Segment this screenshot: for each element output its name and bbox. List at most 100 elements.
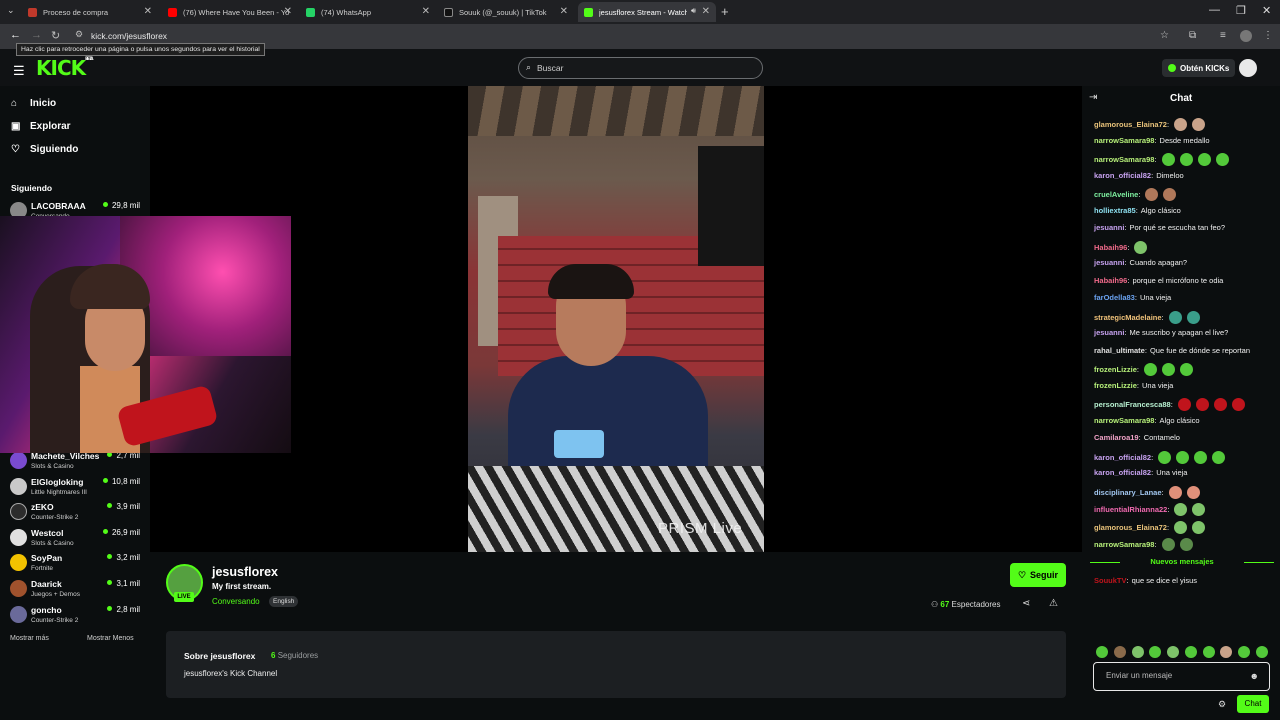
emote-icon[interactable] bbox=[1167, 646, 1180, 658]
viewer-count: ⚇ 67 Espectadores bbox=[931, 600, 1000, 609]
stream-video-frame[interactable] bbox=[468, 86, 764, 552]
chat-input[interactable] bbox=[1106, 671, 1246, 680]
browser-tab-2[interactable]: (76) Where Have You Been - Yo ✕ bbox=[162, 2, 298, 22]
menu-kebab-icon[interactable]: ⋮ bbox=[1263, 30, 1273, 41]
chat-colon: : bbox=[1138, 190, 1141, 199]
browser-tab-3[interactable]: (74) WhatsApp ✕ bbox=[300, 2, 436, 22]
emote-icon[interactable] bbox=[1220, 646, 1233, 658]
emote-icon[interactable] bbox=[1096, 646, 1108, 658]
kick-logo[interactable]: KICKBETA bbox=[36, 56, 93, 80]
chat-username[interactable]: glamorous_Elaina72 bbox=[1094, 120, 1167, 129]
emote-icon[interactable] bbox=[1202, 646, 1215, 658]
audio-icon[interactable]: 🔊︎ bbox=[691, 6, 696, 16]
streamer-name[interactable]: jesusflorex bbox=[212, 565, 278, 579]
media-control-icon[interactable]: ≡ bbox=[1220, 30, 1226, 41]
emote-icon[interactable] bbox=[1184, 646, 1197, 658]
show-more-link[interactable]: Mostrar más bbox=[10, 635, 49, 642]
search-input[interactable]: ⌕ Buscar bbox=[518, 57, 763, 79]
followed-channel[interactable]: goncho Counter-Strike 2 2,8 mil bbox=[10, 604, 140, 628]
chat-username[interactable]: karon_official82 bbox=[1094, 453, 1151, 462]
sidebar-item-inicio[interactable]: ⌂ Inicio bbox=[11, 98, 56, 109]
emote-icon[interactable] bbox=[1113, 646, 1126, 658]
emote-icon[interactable] bbox=[1149, 646, 1162, 658]
chat-colon: : bbox=[1161, 312, 1164, 322]
tab-close-icon[interactable]: ✕ bbox=[144, 6, 152, 17]
chat-username[interactable]: karon_official82 bbox=[1094, 171, 1151, 180]
stream-category[interactable]: Conversando bbox=[212, 597, 260, 606]
emote-icon[interactable] bbox=[1238, 646, 1251, 658]
chat-username[interactable]: narrowSamara98 bbox=[1094, 540, 1154, 549]
hamburger-menu-icon[interactable]: ☰ bbox=[13, 63, 25, 79]
chat-send-button[interactable]: Chat bbox=[1237, 695, 1269, 713]
tab-search-icon[interactable]: ⌄ bbox=[7, 5, 15, 16]
show-less-link[interactable]: Mostrar Menos bbox=[87, 635, 134, 642]
chat-username[interactable]: narrowSamara98 bbox=[1094, 136, 1154, 145]
followed-channel[interactable]: Machete_Vilches Slots & Casino 2,7 mil bbox=[10, 450, 140, 474]
back-arrow-icon[interactable]: ← bbox=[10, 29, 21, 41]
site-info-icon[interactable]: ⚙ bbox=[75, 29, 83, 40]
chat-colon: : bbox=[1151, 170, 1154, 180]
chat-username[interactable]: frozenLizzie bbox=[1094, 381, 1137, 390]
report-warning-icon[interactable]: ⚠ bbox=[1049, 598, 1058, 609]
language-tag[interactable]: English bbox=[269, 596, 299, 607]
collapse-chat-icon[interactable]: ⇥ bbox=[1089, 92, 1097, 103]
chat-colon: : bbox=[1136, 380, 1140, 390]
followed-channel[interactable]: zEKO Counter-Strike 2 3,9 mil bbox=[10, 501, 140, 525]
get-kicks-button[interactable]: Obtén KICKs bbox=[1162, 59, 1236, 77]
followed-channel[interactable]: Daarick Juegos + Demos 3,1 mil bbox=[10, 578, 140, 602]
followed-channel[interactable]: Westcol Slots & Casino 26,9 mil bbox=[10, 527, 140, 551]
browser-tab-1[interactable]: Proceso de compra ✕ bbox=[22, 2, 158, 22]
chat-username[interactable]: influentialRhianna22 bbox=[1094, 505, 1167, 514]
chat-input-box[interactable]: ☻ bbox=[1093, 662, 1270, 691]
tab-close-icon[interactable]: ✕ bbox=[422, 6, 430, 17]
follow-button[interactable]: ♡ Seguir bbox=[1010, 563, 1066, 587]
forward-arrow-icon[interactable]: → bbox=[31, 29, 42, 41]
chat-username[interactable]: jesuanni bbox=[1094, 223, 1124, 232]
reload-icon[interactable]: ↻ bbox=[51, 29, 60, 42]
browser-tab-4[interactable]: Souuk (@_souuk) | TikTok ✕ bbox=[438, 2, 574, 22]
tab-close-icon[interactable]: ✕ bbox=[560, 6, 568, 17]
tab-close-icon[interactable]: ✕ bbox=[284, 6, 292, 17]
chat-username[interactable]: personalFrancesca88 bbox=[1094, 400, 1171, 409]
profile-avatar[interactable] bbox=[1240, 30, 1252, 42]
chat-message: disciplinary_Lanae: bbox=[1094, 485, 1200, 499]
chat-username[interactable]: karon_official82 bbox=[1094, 468, 1151, 477]
emote-icon[interactable] bbox=[1255, 646, 1268, 658]
chat-username[interactable]: frozenLizzie bbox=[1094, 365, 1137, 374]
minimize-icon[interactable]: — bbox=[1209, 4, 1220, 16]
emoji-picker-icon[interactable]: ☻ bbox=[1250, 671, 1259, 681]
new-tab-button[interactable]: + bbox=[721, 4, 729, 19]
chat-username[interactable]: Habaih96 bbox=[1094, 276, 1127, 285]
chat-username[interactable]: SouukTV bbox=[1094, 576, 1127, 585]
tab-close-icon[interactable]: ✕ bbox=[702, 6, 710, 17]
chat-username[interactable]: glamorous_Elaina72 bbox=[1094, 523, 1167, 532]
share-icon[interactable]: ⋖ bbox=[1022, 598, 1030, 609]
sidebar-item-siguiendo[interactable]: ♡ Siguiendo bbox=[11, 144, 78, 155]
chat-username[interactable]: farOdella83 bbox=[1094, 293, 1135, 302]
chat-username[interactable]: jesuanni bbox=[1094, 328, 1124, 337]
chat-text: Una vieja bbox=[1156, 468, 1188, 477]
browser-tab-5-active[interactable]: jesusflorex Stream - Watch 🔊︎ ✕ bbox=[578, 2, 716, 22]
chat-settings-gear-icon[interactable]: ⚙ bbox=[1218, 699, 1226, 710]
chat-username[interactable]: narrowSamara98 bbox=[1094, 155, 1154, 164]
chat-username[interactable]: disciplinary_Lanae bbox=[1094, 488, 1162, 497]
followed-channel[interactable]: SoyPan Fortnite 3,2 mil bbox=[10, 552, 140, 576]
chat-username[interactable]: strategicMadelaine bbox=[1094, 313, 1162, 322]
user-avatar[interactable] bbox=[1239, 59, 1257, 77]
chat-username[interactable]: rahal_ultimate bbox=[1094, 346, 1145, 355]
chat-username[interactable]: jesuanni bbox=[1094, 258, 1124, 267]
emote-icon[interactable] bbox=[1131, 646, 1144, 658]
followed-channel[interactable]: ElGlogloking Little Nightmares III 10,8 … bbox=[10, 476, 140, 500]
chat-username[interactable]: Camilaroa19 bbox=[1094, 433, 1139, 442]
chat-username[interactable]: cruelAveline bbox=[1094, 190, 1138, 199]
chat-username[interactable]: Habaih96 bbox=[1094, 243, 1127, 252]
extensions-icon[interactable]: ⧉ bbox=[1189, 30, 1196, 41]
chat-username[interactable]: narrowSamara98 bbox=[1094, 416, 1154, 425]
close-window-icon[interactable]: ✕ bbox=[1262, 4, 1271, 17]
maximize-icon[interactable]: ❐ bbox=[1236, 4, 1246, 17]
bookmark-star-icon[interactable]: ☆ bbox=[1160, 30, 1169, 41]
chat-text: Me suscribo y apagan el live? bbox=[1129, 328, 1229, 337]
sidebar-item-explorar[interactable]: ▣ Explorar bbox=[11, 121, 71, 132]
url-field[interactable]: kick.com/jesusflorex bbox=[91, 31, 167, 41]
chat-username[interactable]: holliextra85 bbox=[1094, 206, 1136, 215]
